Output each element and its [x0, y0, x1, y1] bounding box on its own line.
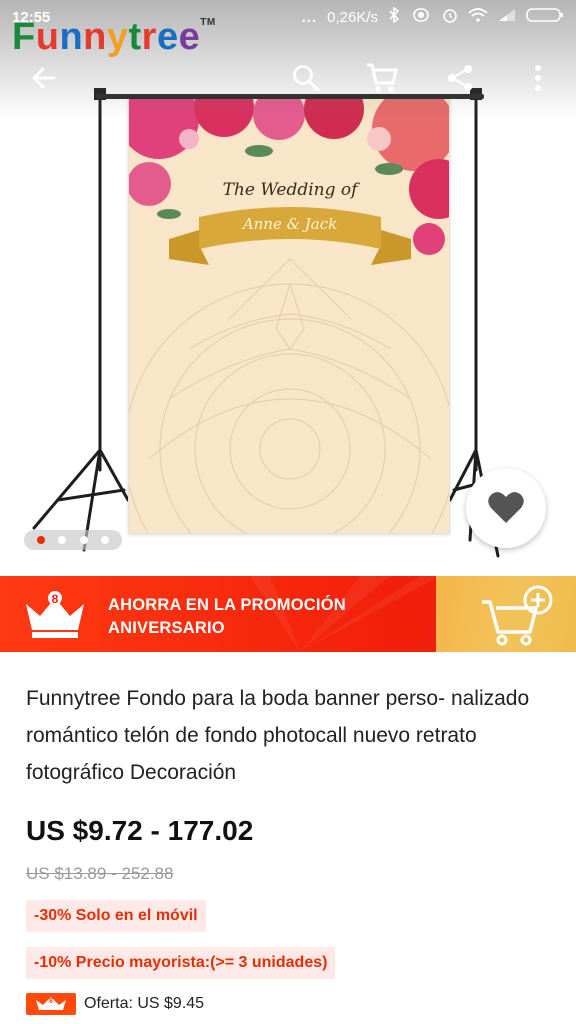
image-pager[interactable]: [24, 530, 122, 550]
crown-icon: 8: [26, 591, 84, 638]
pager-dot[interactable]: [58, 536, 67, 544]
brand-letter: e: [156, 16, 179, 58]
bluetooth-icon: [388, 6, 400, 27]
mobile-discount-tag: -30% Solo en el móvil: [26, 900, 206, 932]
brand-letter: y: [106, 16, 129, 58]
wishlist-button[interactable]: [466, 468, 546, 548]
network-speed: 0,26K/s: [327, 8, 378, 26]
brand-logo: FunnytreeTM: [12, 16, 216, 58]
offer-price: Oferta: US $9.45: [84, 995, 205, 1012]
brand-letter: e: [178, 16, 201, 58]
back-button[interactable]: [22, 56, 66, 100]
crown-number: 8: [52, 592, 59, 606]
more-options-button[interactable]: [516, 56, 560, 100]
promo-line-2: ANIVERSARIO: [108, 619, 225, 637]
search-icon: [293, 65, 320, 92]
promo-line-1: AHORRA EN LA PROMOCIÓN: [108, 596, 346, 614]
promo-cart-button[interactable]: [436, 576, 576, 652]
offer-row: 8 Oferta: US $9.45: [26, 992, 204, 1016]
product-image-gallery[interactable]: The Wedding of Anne & Jack 12:55 ... 0,2…: [0, 0, 576, 576]
signal-icon: [498, 8, 516, 26]
app-bar: [0, 56, 576, 100]
brand-letter: F: [12, 16, 36, 58]
notification-overflow: ...: [301, 8, 318, 26]
alarm-icon: [442, 7, 458, 27]
wedding-backdrop-art: The Wedding of Anne & Jack: [129, 99, 449, 533]
cart-icon: [367, 63, 398, 92]
more-vert-icon: [535, 65, 541, 91]
brand-letter: t: [128, 16, 142, 58]
offer-badge: 8: [26, 993, 76, 1015]
backdrop-heading: The Wedding of: [223, 180, 361, 200]
promo-banner[interactable]: 8 AHORRA EN LA PROMOCIÓN ANIVERSARIO: [0, 576, 576, 652]
original-price: US $13.89 - 252.88: [26, 864, 174, 883]
pager-dot[interactable]: [101, 536, 110, 544]
pager-dot[interactable]: [36, 536, 45, 544]
crown-badge-icon: 8: [36, 997, 66, 1010]
wifi-icon: [468, 8, 488, 26]
brand-letter: u: [35, 16, 60, 58]
promo-text: AHORRA EN LA PROMOCIÓN ANIVERSARIO: [108, 594, 346, 640]
share-icon: [448, 65, 472, 91]
wholesale-discount-tag: -10% Precio mayorista:(>= 3 unidades): [26, 947, 336, 979]
search-button[interactable]: [284, 56, 328, 100]
vibrate-icon: [410, 8, 432, 26]
heart-icon: [488, 492, 524, 523]
brand-letter: n: [59, 16, 84, 58]
back-arrow-icon: [32, 67, 56, 89]
pager-dot[interactable]: [79, 536, 88, 544]
share-button[interactable]: [438, 56, 482, 100]
trademark-mark: TM: [200, 17, 216, 28]
product-price: US $9.72 - 177.02: [26, 815, 254, 846]
battery-icon: [526, 7, 564, 27]
offer-badge-number: 8: [49, 998, 53, 1005]
wedding-backdrop: The Wedding of Anne & Jack: [128, 98, 450, 534]
brand-letter: r: [141, 16, 157, 58]
add-to-cart-icon: [482, 585, 553, 646]
product-title: Funnytree Fondo para la boda banner pers…: [26, 687, 530, 784]
cart-button[interactable]: [360, 56, 404, 100]
backdrop-names: Anne & Jack: [241, 215, 337, 233]
brand-letter: n: [83, 16, 107, 58]
